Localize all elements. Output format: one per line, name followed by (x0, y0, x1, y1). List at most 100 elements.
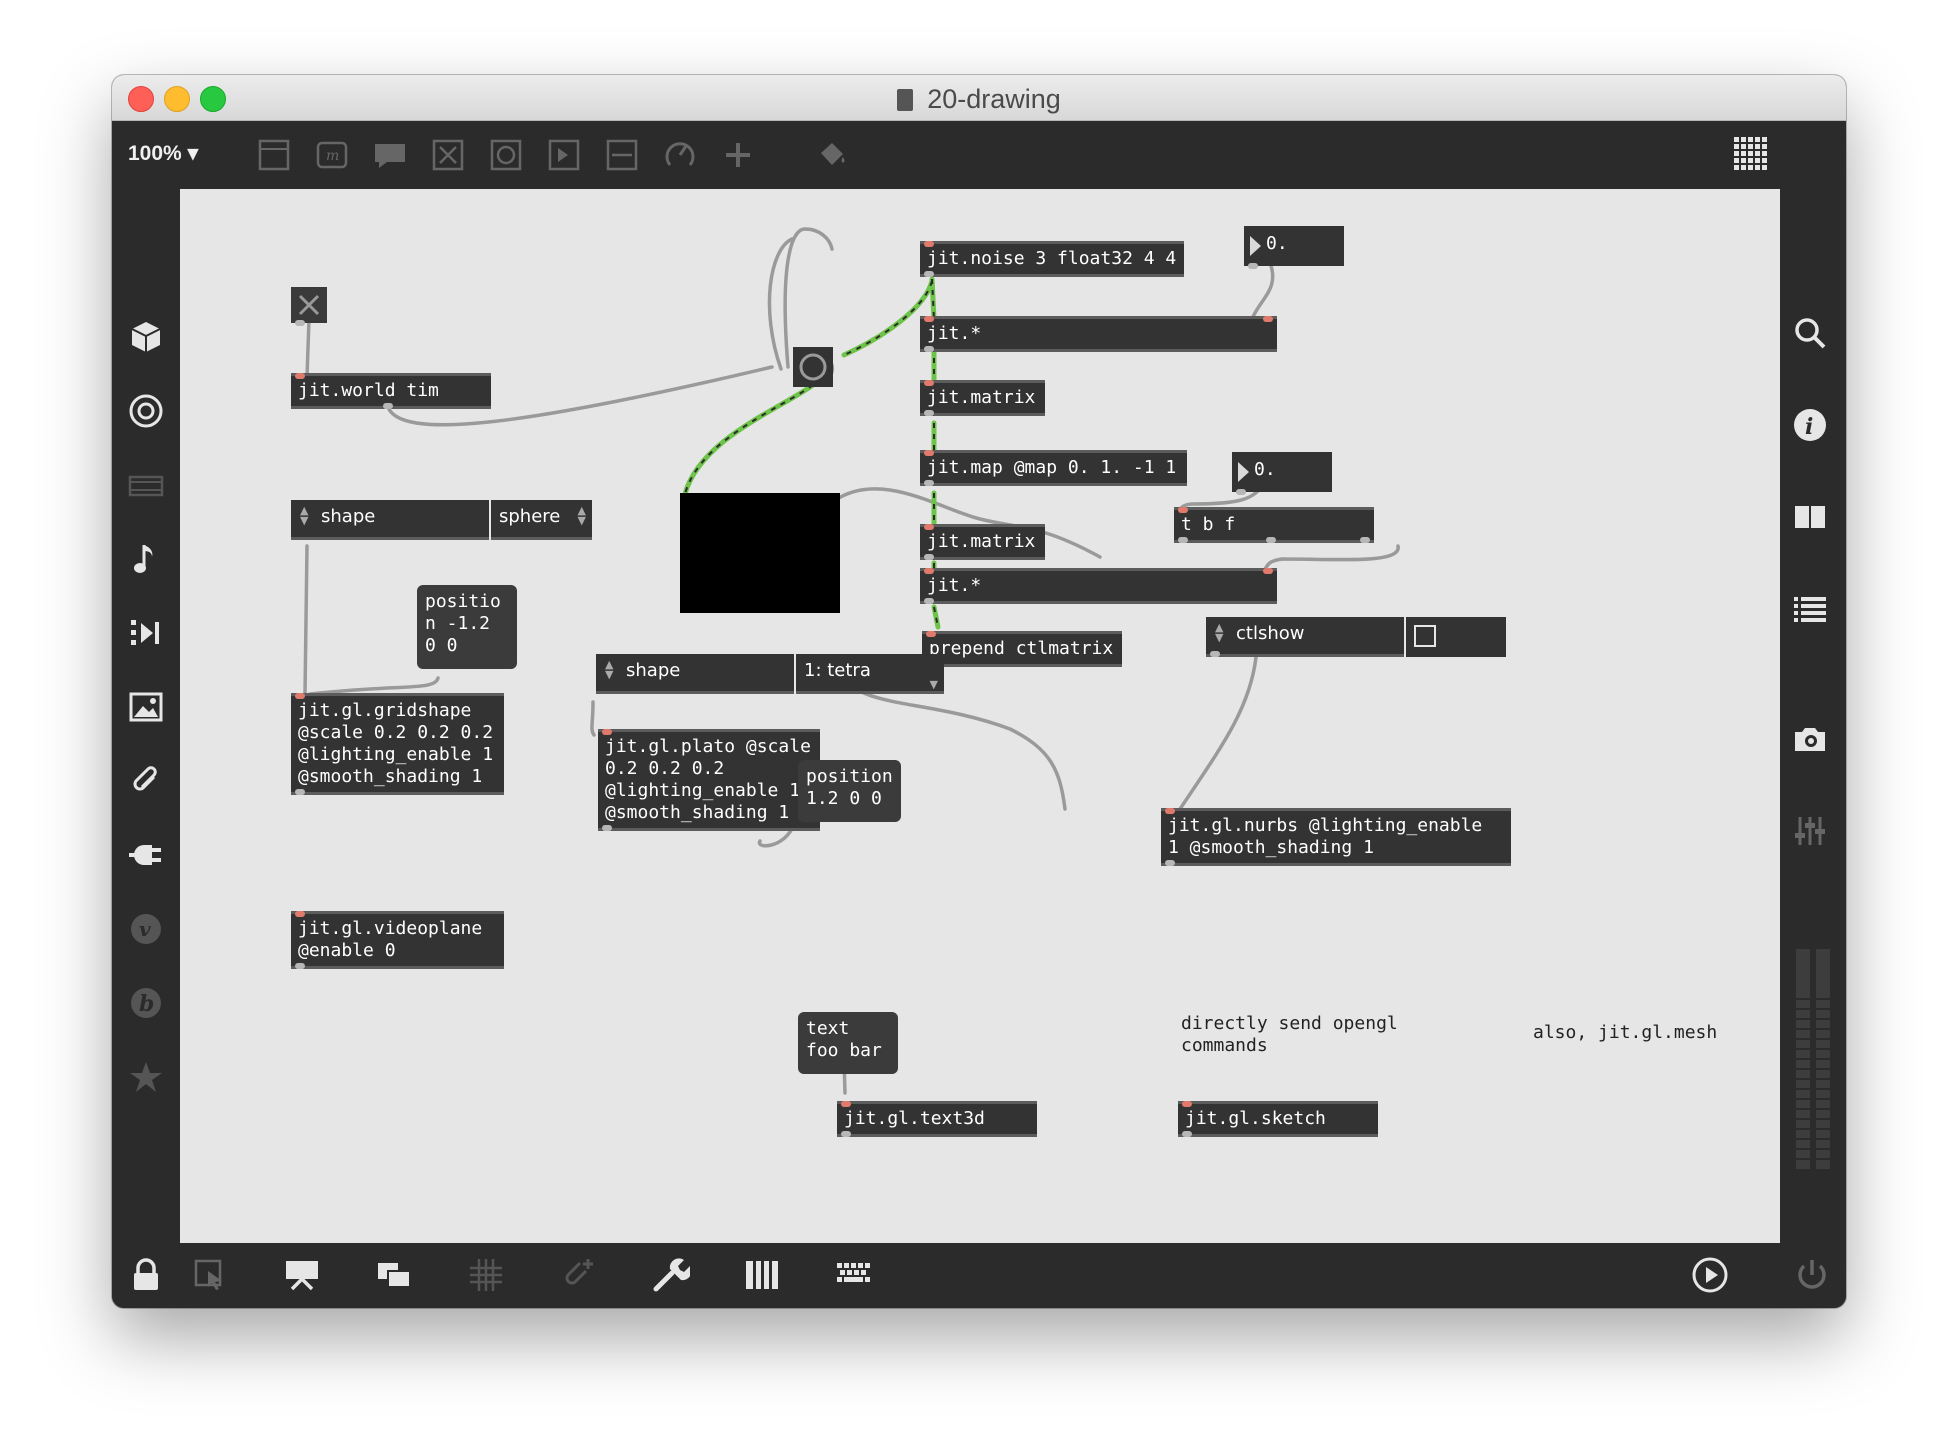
target-icon[interactable] (126, 391, 166, 431)
transport-play-icon[interactable] (1690, 1255, 1730, 1295)
toggle[interactable] (291, 287, 327, 326)
menu-text: ctlshow (1236, 623, 1305, 644)
trigger-object[interactable]: t b f (1174, 507, 1374, 543)
dial-icon[interactable] (660, 135, 700, 175)
zoom-menu[interactable]: 100% ▾ (128, 141, 198, 166)
new-object-icon[interactable] (254, 135, 294, 175)
playlist-icon[interactable] (126, 613, 166, 653)
left-sidebar: v b (112, 189, 180, 1243)
stepper-arrows-icon: ▲ ▼ (1215, 621, 1224, 644)
patch-cords-icon[interactable] (558, 1255, 598, 1295)
message-icon[interactable]: m (312, 135, 352, 175)
object-text: prepend ctlmatrix (929, 638, 1114, 659)
plug-icon[interactable] (126, 835, 166, 875)
music-note-icon[interactable] (126, 539, 166, 579)
shape-menu-label-2[interactable]: ▲ ▼ shape (596, 654, 794, 694)
camera-icon[interactable] (1790, 719, 1830, 759)
menu-value: sphere (499, 506, 561, 527)
add-icon[interactable] (718, 135, 758, 175)
number-value: 0. (1254, 459, 1276, 480)
object-text: jit.matrix (927, 387, 1036, 408)
film-icon[interactable] (126, 465, 166, 505)
window-title-text: 20-drawing (927, 84, 1061, 114)
grid-icon[interactable] (466, 1255, 506, 1295)
b-icon[interactable]: b (126, 983, 166, 1023)
jit-map-object[interactable]: jit.map @map 0. 1. -1 1 (920, 450, 1187, 486)
info-icon[interactable]: i (1790, 405, 1830, 445)
message-text: position 1.2 0 0 (806, 766, 893, 809)
jit-noise-object[interactable]: jit.noise 3 float32 4 4 (920, 241, 1184, 277)
shape-menu-1[interactable]: sphere ▲ ▼ (491, 500, 592, 540)
wrench-icon[interactable] (650, 1255, 690, 1295)
patch-cord (303, 544, 309, 696)
stepper-arrows-icon: ▲ ▼ (605, 658, 614, 681)
comment-icon[interactable] (370, 135, 410, 175)
checkbox[interactable] (1414, 625, 1436, 647)
window-title: 20-drawing (112, 84, 1846, 115)
select-icon[interactable] (190, 1255, 230, 1295)
position-message-1[interactable]: positio n -1.2 0 0 (417, 585, 517, 669)
object-text: jit.gl.sketch (1185, 1108, 1326, 1129)
jit-gl-videoplane-object[interactable]: jit.gl.videoplane @enable 0 (291, 911, 504, 969)
computer-keyboard-icon[interactable] (834, 1255, 874, 1295)
text-message[interactable]: text foo bar (798, 1012, 898, 1074)
ctlshow-toggle[interactable] (1406, 617, 1506, 657)
jit-gl-nurbs-object[interactable]: jit.gl.nurbs @lighting_enable 1 @smooth_… (1161, 808, 1511, 866)
lock-icon[interactable] (126, 1255, 166, 1295)
menu-text: shape (626, 660, 681, 681)
list-icon[interactable] (1790, 589, 1830, 629)
button-icon[interactable] (486, 135, 526, 175)
jit-world-object[interactable]: jit.world tim (291, 373, 491, 409)
cube-icon[interactable] (126, 317, 166, 357)
video-preview-window[interactable] (680, 493, 840, 613)
bang-button[interactable] (793, 347, 833, 387)
power-icon[interactable] (1792, 1255, 1832, 1295)
paint-bucket-icon[interactable] (812, 135, 852, 175)
shape-menu-2[interactable]: 1: tetra ▼ (796, 654, 944, 694)
ctlshow-menu-label[interactable]: ▲ ▼ ctlshow (1206, 617, 1404, 657)
patch-cord (308, 676, 440, 696)
patcher-window: 20-drawing 100% ▾ m v b i jit.noise 3 fl… (112, 75, 1846, 1308)
object-text: t b f (1181, 514, 1236, 535)
windows-icon[interactable] (374, 1255, 414, 1295)
search-icon[interactable] (1790, 313, 1830, 353)
v-icon[interactable]: v (126, 909, 166, 949)
toggle-icon[interactable] (428, 135, 468, 175)
jit-gl-plato-object[interactable]: jit.gl.plato @scale 0.2 0.2 0.2 @lightin… (598, 729, 820, 831)
title-bar[interactable]: 20-drawing (112, 75, 1846, 121)
jit-matrix-object-1[interactable]: jit.matrix (920, 380, 1045, 416)
presentation-icon[interactable] (282, 1255, 322, 1295)
object-text: jit.* (927, 323, 982, 344)
object-text: jit.world tim (298, 380, 439, 401)
patcher-canvas[interactable]: jit.noise 3 float32 4 4 jit.* jit.matrix… (180, 189, 1780, 1243)
book-icon[interactable] (1790, 497, 1830, 537)
keyboard-piano-icon[interactable] (742, 1255, 782, 1295)
position-message-2[interactable]: position 1.2 0 0 (798, 760, 901, 822)
jit-multiply-object-2[interactable]: jit.* (920, 568, 1277, 604)
jit-matrix-object-2[interactable]: jit.matrix (920, 524, 1045, 560)
shape-menu-label-1[interactable]: ▲ ▼ shape (291, 500, 489, 540)
float-number-box-1[interactable]: 0. (1244, 226, 1344, 269)
star-icon[interactable] (126, 1057, 166, 1097)
prepend-object[interactable]: prepend ctlmatrix (922, 631, 1122, 667)
object-text: jit.gl.gridshape @scale 0.2 0.2 0.2 @lig… (298, 700, 494, 787)
jit-gl-text3d-object[interactable]: jit.gl.text3d (837, 1101, 1037, 1137)
object-text: jit.gl.plato @scale 0.2 0.2 0.2 @lightin… (605, 736, 811, 823)
slider-icon[interactable] (602, 135, 642, 175)
zoom-value: 100% (128, 142, 182, 165)
message-text: positio n -1.2 0 0 (425, 591, 501, 656)
stepper-arrows-icon: ▲ ▼ (577, 504, 586, 527)
jit-gl-sketch-object[interactable]: jit.gl.sketch (1178, 1101, 1378, 1137)
jit-multiply-object-1[interactable]: jit.* (920, 316, 1277, 352)
patch-cord (590, 700, 596, 737)
right-sidebar: i (1778, 189, 1846, 1243)
image-icon[interactable] (126, 687, 166, 727)
paperclip-icon[interactable] (126, 761, 166, 801)
object-text: jit.gl.videoplane @enable 0 (298, 918, 483, 961)
number-triangle-icon (1238, 462, 1249, 482)
number-icon[interactable] (544, 135, 584, 175)
mixer-icon[interactable] (1790, 811, 1830, 851)
jit-gl-gridshape-object[interactable]: jit.gl.gridshape @scale 0.2 0.2 0.2 @lig… (291, 693, 504, 795)
dot-grid-icon[interactable] (1732, 135, 1772, 175)
float-number-box-2[interactable]: 0. (1232, 452, 1332, 495)
